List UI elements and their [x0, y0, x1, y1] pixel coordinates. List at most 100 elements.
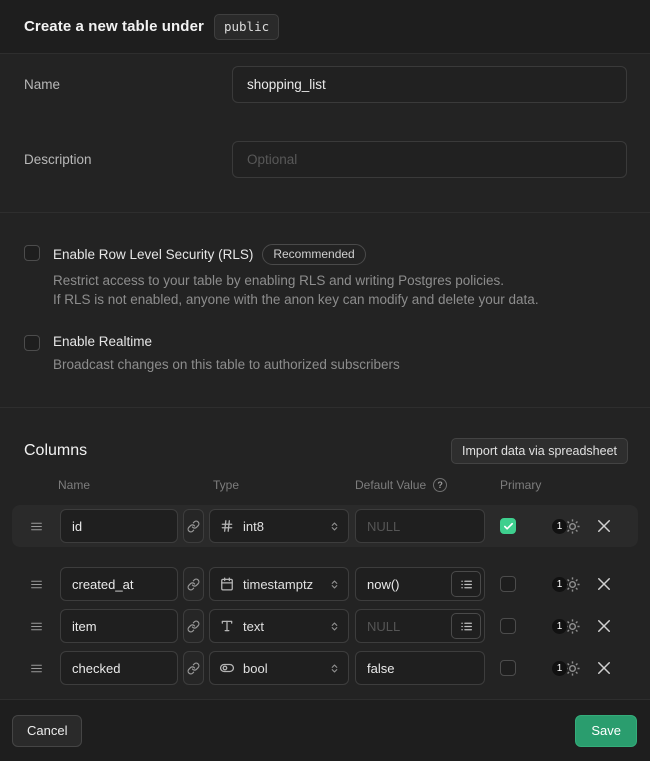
remove-column-button[interactable]: [595, 575, 613, 593]
chevron-updown-icon: [329, 577, 340, 592]
columns-header-row: Columns Import data via spreadsheet: [0, 438, 650, 464]
default-value-cell: [355, 509, 485, 543]
dialog-header: Create a new table under public: [0, 0, 650, 54]
rls-description-line-2: If RLS is not enabled, anyone with the a…: [53, 290, 539, 309]
realtime-description: Broadcast changes on this table to autho…: [53, 355, 400, 374]
column-header-primary: Primary: [500, 478, 541, 492]
toggle-icon: [220, 661, 234, 675]
drag-lines-icon: [29, 620, 44, 633]
hash-icon: [220, 519, 234, 533]
column-name-input[interactable]: [60, 609, 178, 643]
dialog-footer: Cancel Save: [0, 699, 650, 761]
foreign-key-button[interactable]: [183, 509, 204, 543]
column-type-select[interactable]: int8: [209, 509, 349, 543]
default-value-cell: [355, 609, 485, 643]
help-icon[interactable]: ?: [433, 478, 447, 492]
column-header-default-label: Default Value: [355, 478, 426, 492]
column-rows: int8 1 timestamptz 1: [0, 505, 650, 689]
default-value-cell: [355, 567, 485, 601]
column-type-select[interactable]: bool: [209, 651, 349, 685]
description-label: Description: [24, 152, 232, 167]
close-icon: [595, 617, 613, 635]
settings-count-badge: 1: [552, 619, 567, 634]
realtime-toggle-body: Enable Realtime Broadcast changes on thi…: [53, 335, 400, 374]
remove-column-button[interactable]: [595, 617, 613, 635]
list-icon: [460, 620, 473, 633]
column-settings-button[interactable]: 1: [552, 518, 581, 535]
column-header-type: Type: [213, 478, 355, 492]
column-type-label: text: [243, 619, 264, 634]
realtime-checkbox[interactable]: [24, 335, 40, 351]
drag-handle-icon[interactable]: [12, 662, 60, 675]
chevron-updown-icon: [329, 661, 340, 676]
column-type-select[interactable]: text: [209, 609, 349, 643]
columns-title: Columns: [24, 442, 87, 460]
recommended-badge: Recommended: [262, 244, 365, 265]
foreign-key-button[interactable]: [183, 567, 204, 601]
realtime-toggle-block: Enable Realtime Broadcast changes on thi…: [24, 335, 626, 374]
table-name-input[interactable]: [232, 66, 627, 103]
foreign-key-button[interactable]: [183, 609, 204, 643]
default-value-cell: [355, 651, 485, 685]
settings-count-badge: 1: [552, 661, 567, 676]
column-type-label: timestamptz: [243, 577, 313, 592]
save-button[interactable]: Save: [575, 715, 637, 747]
rls-toggle-block: Enable Row Level Security (RLS) Recommen…: [24, 245, 626, 309]
column-row: bool 1: [12, 647, 638, 689]
column-name-input[interactable]: [60, 509, 178, 543]
close-icon: [595, 575, 613, 593]
description-field-row: Description: [24, 141, 627, 178]
text-icon: [220, 619, 234, 633]
primary-key-checkbox[interactable]: [500, 518, 516, 534]
rls-title-row: Enable Row Level Security (RLS) Recommen…: [53, 244, 539, 265]
rls-checkbox[interactable]: [24, 245, 40, 261]
name-field-row: Name: [24, 66, 627, 103]
column-header-default: Default Value ?: [355, 478, 500, 492]
column-type-select[interactable]: timestamptz: [209, 567, 349, 601]
create-table-dialog: Create a new table under public Name Des…: [0, 0, 650, 761]
name-label: Name: [24, 77, 232, 92]
dialog-title: Create a new table under: [24, 18, 204, 35]
remove-column-button[interactable]: [595, 517, 613, 535]
drag-handle-icon[interactable]: [12, 520, 60, 533]
drag-lines-icon: [29, 578, 44, 591]
column-settings-button[interactable]: 1: [552, 618, 581, 635]
settings-count-badge: 1: [552, 519, 567, 534]
realtime-label: Enable Realtime: [53, 334, 152, 349]
check-icon: [503, 521, 514, 532]
settings-count-badge: 1: [552, 577, 567, 592]
chevron-updown-icon: [329, 519, 340, 534]
link-icon: [187, 620, 200, 633]
toggles-section: Enable Row Level Security (RLS) Recommen…: [0, 213, 650, 408]
table-description-input[interactable]: [232, 141, 627, 178]
column-name-input[interactable]: [60, 567, 178, 601]
column-settings-button[interactable]: 1: [552, 576, 581, 593]
remove-column-button[interactable]: [595, 659, 613, 677]
primary-key-checkbox[interactable]: [500, 576, 516, 592]
default-value-input[interactable]: [355, 651, 485, 685]
column-name-input[interactable]: [60, 651, 178, 685]
primary-key-checkbox[interactable]: [500, 660, 516, 676]
column-settings-button[interactable]: 1: [552, 660, 581, 677]
columns-grid-header: Name Type Default Value ? Primary: [0, 478, 650, 492]
columns-section: Columns Import data via spreadsheet Name…: [0, 408, 650, 699]
column-header-name: Name: [58, 478, 213, 492]
column-type-label: bool: [243, 661, 268, 676]
list-icon: [460, 578, 473, 591]
rls-label: Enable Row Level Security (RLS): [53, 247, 253, 262]
primary-key-checkbox[interactable]: [500, 618, 516, 634]
drag-lines-icon: [29, 520, 44, 533]
default-value-input[interactable]: [355, 509, 485, 543]
rls-toggle-body: Enable Row Level Security (RLS) Recommen…: [53, 245, 539, 309]
foreign-key-button[interactable]: [183, 651, 204, 685]
drag-handle-icon[interactable]: [12, 578, 60, 591]
default-suggestions-button[interactable]: [451, 571, 481, 597]
column-row: int8 1: [12, 505, 638, 547]
link-icon: [187, 578, 200, 591]
drag-handle-icon[interactable]: [12, 620, 60, 633]
drag-lines-icon: [29, 662, 44, 675]
realtime-title-row: Enable Realtime: [53, 334, 400, 349]
cancel-button[interactable]: Cancel: [12, 715, 82, 747]
import-spreadsheet-button[interactable]: Import data via spreadsheet: [451, 438, 628, 464]
default-suggestions-button[interactable]: [451, 613, 481, 639]
